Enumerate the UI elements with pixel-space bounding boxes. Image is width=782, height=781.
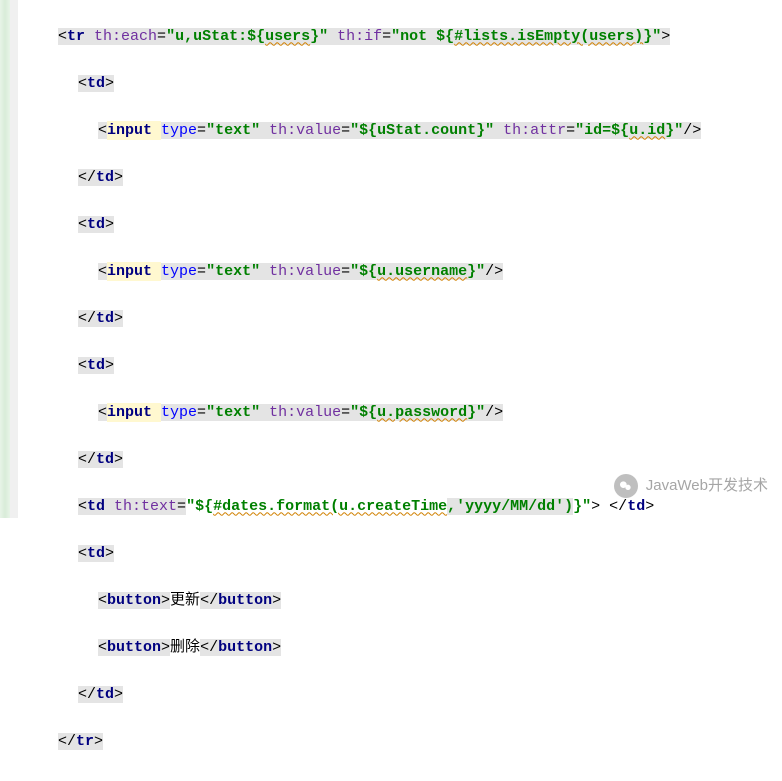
watermark: JavaWeb开发技术: [614, 474, 768, 498]
code-block: <tr th:each="u,uStat:${users}" th:if="no…: [18, 12, 782, 781]
wechat-icon: [614, 474, 638, 498]
watermark-text: JavaWeb开发技术: [646, 478, 768, 495]
editor-gutter-fold: [10, 0, 18, 518]
